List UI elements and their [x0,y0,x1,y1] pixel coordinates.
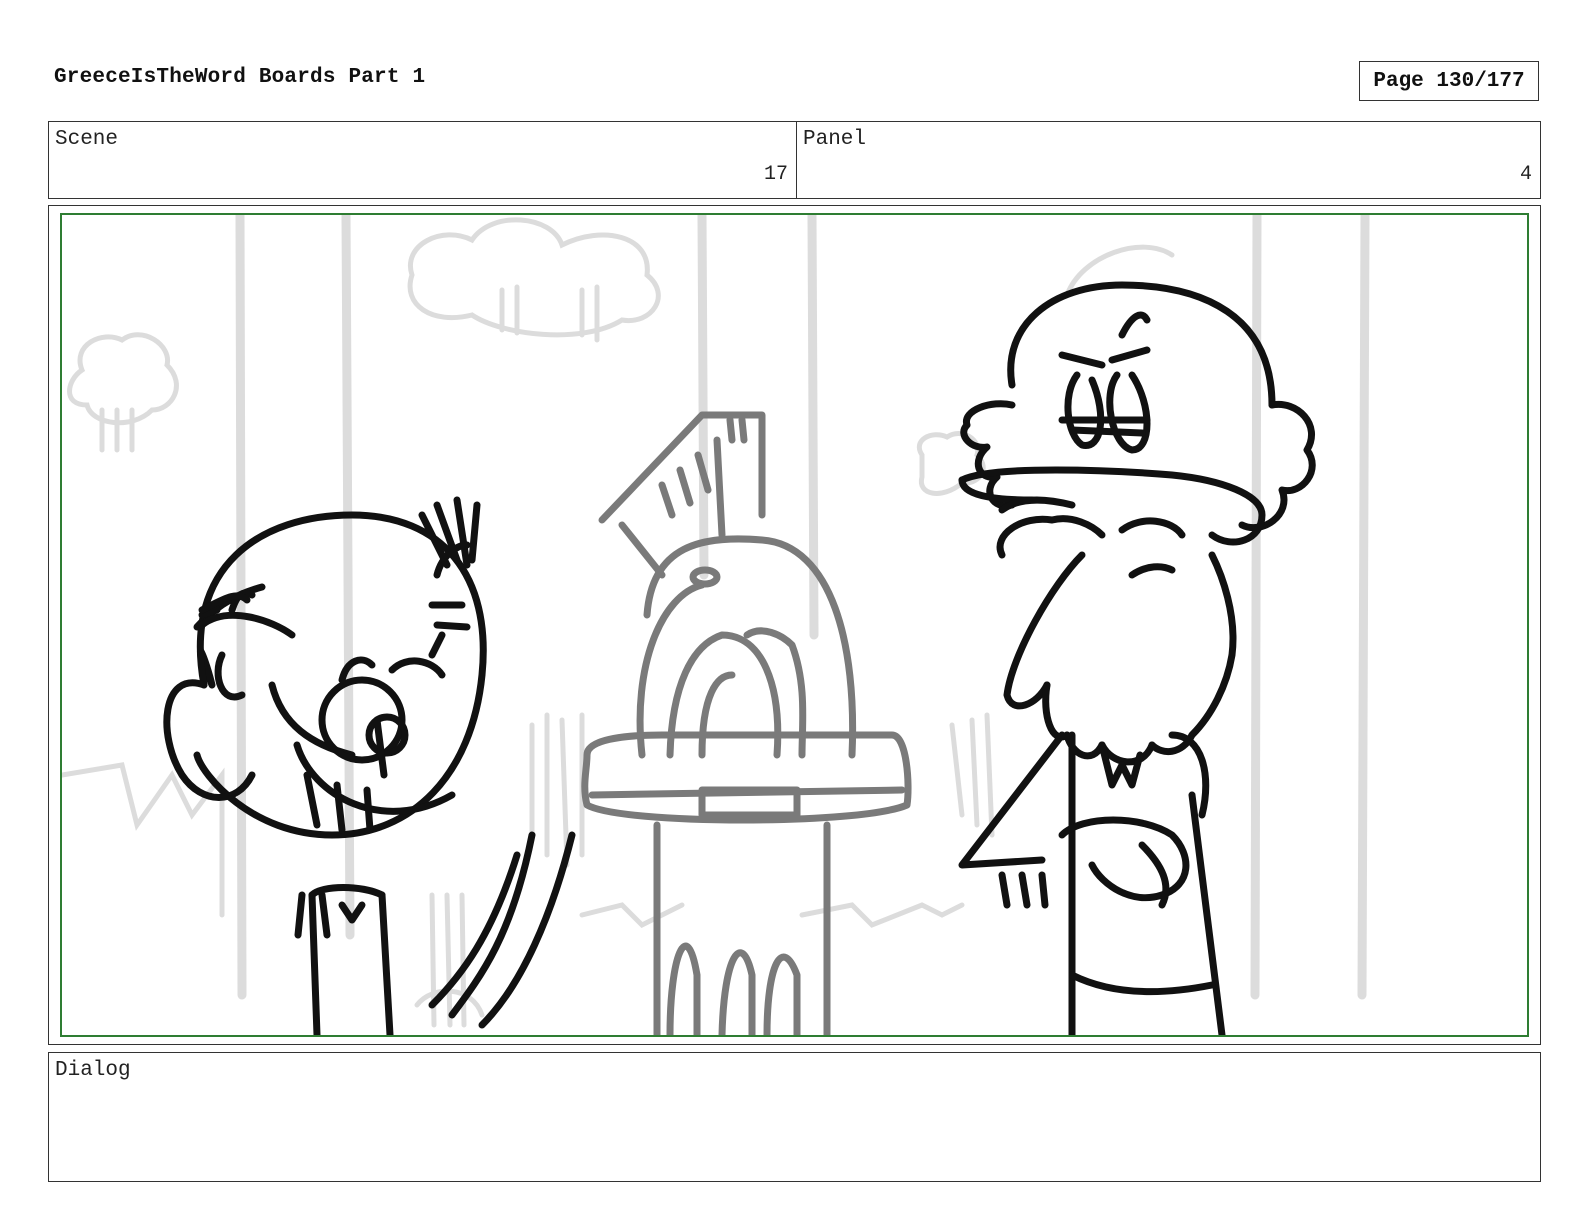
panel-number: 4 [1519,163,1532,186]
helmet-on-pedestal [581,411,912,1035]
scene-panel-info: Scene 17 Panel 4 [48,121,1541,199]
document-title: GreeceIsTheWord Boards Part 1 [54,66,426,89]
page-number: Page 130/177 [1359,61,1539,101]
boy-character [163,496,576,1035]
storyboard-sketch [62,215,1370,1035]
panel-label: Panel [803,128,867,151]
scene-label: Scene [55,128,119,151]
scene-cell: Scene 17 [49,122,797,198]
dialog-box: Dialog [48,1052,1541,1182]
storyboard-panel-image [60,213,1529,1037]
scene-number: 17 [763,163,788,186]
panel-cell: Panel 4 [797,122,1540,198]
dialog-label: Dialog [55,1059,131,1082]
